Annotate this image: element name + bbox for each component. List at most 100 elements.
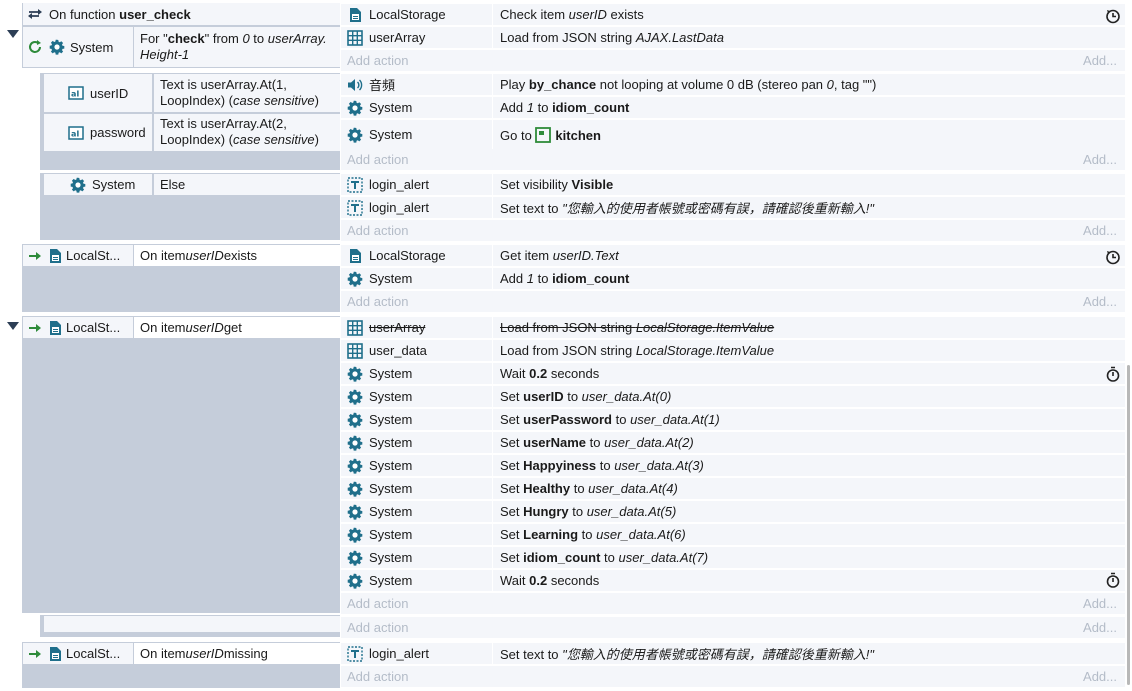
condition-localstorage-get-text[interactable]: On item userID get (134, 317, 340, 338)
condition-localstorage-exists-text[interactable]: On item userID exists (134, 245, 340, 266)
action-object-cell[interactable]: userArray (341, 317, 492, 338)
add-action-row-block6[interactable]: Add action Add... (341, 666, 1125, 687)
add-action-link[interactable]: Add action (347, 620, 408, 635)
action-text-cell[interactable]: Go to kitchen (493, 120, 1125, 149)
action-text-cell[interactable]: Set userID to user_data.At(0) (493, 386, 1125, 407)
action-object-cell[interactable]: System (341, 386, 492, 407)
action-text-cell[interactable]: Load from JSON string LocalStorage.ItemV… (493, 340, 1125, 361)
collapse-toggle-block0[interactable] (7, 30, 19, 38)
action-text-cell[interactable]: Set Happyiness to user_data.At(3) (493, 455, 1125, 476)
add-action-link[interactable]: Add action (347, 53, 408, 68)
add-more-link[interactable]: Add... (1083, 596, 1117, 611)
add-more-link[interactable]: Add... (1083, 669, 1117, 684)
condition-else-object[interactable]: System (44, 174, 152, 195)
gear-icon (347, 458, 363, 474)
action-object-cell[interactable]: login_alert (341, 174, 492, 195)
condition-password-text[interactable]: Text is userArray.At(2, LoopIndex) (case… (154, 114, 340, 151)
add-more-link[interactable]: Add... (1083, 294, 1117, 309)
action-text-cell[interactable]: Set Hungry to user_data.At(5) (493, 501, 1125, 522)
function-header[interactable]: On function user_check (23, 3, 340, 25)
function-icon (27, 6, 43, 22)
action-text: Set idiom_count to user_data.At(7) (500, 550, 709, 565)
add-action-row-block3[interactable]: Add action Add... (341, 291, 1125, 312)
condition-localstorage-missing-text[interactable]: On item userID missing (134, 643, 340, 664)
action-object-name: login_alert (369, 200, 429, 215)
action-text: Get item userID.Text (500, 248, 619, 263)
audio-icon (347, 77, 363, 93)
add-action-link[interactable]: Add action (347, 669, 408, 684)
condition-object: System (70, 39, 114, 55)
action-object-cell[interactable]: System (341, 455, 492, 476)
add-more-link[interactable]: Add... (1083, 152, 1117, 167)
add-more-link[interactable]: Add... (1083, 53, 1117, 68)
layout-icon (535, 127, 551, 143)
vertical-scrollbar[interactable] (1127, 365, 1130, 685)
gear-icon (347, 504, 363, 520)
condition-userid-object[interactable]: userID (44, 74, 152, 112)
add-action-link[interactable]: Add action (347, 223, 408, 238)
action-text-cell[interactable]: Add 1 to idiom_count (493, 97, 1125, 118)
condition-localstorage-exists-object[interactable]: LocalSt... (23, 245, 133, 266)
add-action-row-block2[interactable]: Add action Add... (341, 220, 1125, 241)
action-text-cell[interactable]: Set Learning to user_data.At(6) (493, 524, 1125, 545)
action-object-cell[interactable]: System (341, 363, 492, 384)
condition-else-text[interactable]: Else (154, 174, 340, 195)
action-object-cell[interactable]: LocalStorage (341, 245, 492, 266)
action-text-cell[interactable]: Play by_chance not looping at volume 0 d… (493, 74, 1125, 95)
action-text-cell[interactable]: Get item userID.Text (493, 245, 1125, 266)
action-object-cell[interactable]: userArray (341, 27, 492, 48)
action-object-cell[interactable]: System (341, 268, 492, 289)
action-text-cell[interactable]: Add 1 to idiom_count (493, 268, 1125, 289)
action-text-cell[interactable]: Load from JSON string AJAX.LastData (493, 27, 1125, 48)
add-action-row-block4[interactable]: Add action Add... (341, 593, 1125, 614)
add-action-row-block0[interactable]: Add action Add... (341, 50, 1125, 71)
condition-userid-text[interactable]: Text is userArray.At(1, LoopIndex) (case… (154, 74, 340, 112)
action-text-cell[interactable]: Set text to "您輸入的使用者帳號或密碼有誤，請確認後重新輸入!" (493, 197, 1125, 218)
action-object-cell[interactable]: System (341, 120, 492, 149)
action-text-cell[interactable]: Set text to "您輸入的使用者帳號或密碼有誤，請確認後重新輸入!" (493, 643, 1125, 664)
add-more-link[interactable]: Add... (1083, 620, 1117, 635)
add-action-link[interactable]: Add action (347, 294, 408, 309)
add-action-link[interactable]: Add action (347, 596, 408, 611)
action-object-cell[interactable]: System (341, 524, 492, 545)
action-object-cell[interactable]: System (341, 409, 492, 430)
action-object-cell[interactable]: 音頻 (341, 74, 492, 95)
add-action-row-block5[interactable]: Add action Add... (341, 617, 1125, 638)
action-object-name: System (369, 504, 413, 519)
action-text-cell[interactable]: Wait 0.2 seconds (493, 570, 1125, 591)
action-object-cell[interactable]: login_alert (341, 197, 492, 218)
action-object-cell[interactable]: System (341, 570, 492, 591)
condition-password-object[interactable]: password (44, 114, 152, 151)
action-object-cell[interactable]: System (341, 478, 492, 499)
condition-for-text[interactable]: For "check" from 0 to userArray. Height-… (134, 27, 340, 67)
action-text-cell[interactable]: Load from JSON string LocalStorage.ItemV… (493, 317, 1125, 338)
add-action-link[interactable]: Add action (347, 152, 408, 167)
action-object-cell[interactable]: System (341, 501, 492, 522)
action-object-cell[interactable]: login_alert (341, 643, 492, 664)
action-object-cell[interactable]: System (341, 97, 492, 118)
action-text-cell[interactable]: Set userPassword to user_data.At(1) (493, 409, 1125, 430)
action-object-cell[interactable]: System (341, 432, 492, 453)
add-action-row-block1[interactable]: Add action Add... (341, 149, 1125, 170)
collapse-toggle-block4[interactable] (7, 322, 19, 330)
action-object-name: System (369, 573, 413, 588)
action-text-cell[interactable]: Set userName to user_data.At(2) (493, 432, 1125, 453)
action-text-cell[interactable]: Wait 0.2 seconds (493, 363, 1125, 384)
trigger-arrow-icon (27, 248, 43, 264)
action-object-name: System (369, 127, 413, 142)
action-text-cell[interactable]: Set idiom_count to user_data.At(7) (493, 547, 1125, 568)
action-object-cell[interactable]: System (341, 547, 492, 568)
empty-sub-event[interactable] (44, 616, 340, 632)
condition-system-for[interactable]: System (23, 27, 133, 67)
action-object-cell[interactable]: user_data (341, 340, 492, 361)
block6-panel-bottom (40, 664, 340, 688)
action-text-cell[interactable]: Set Healthy to user_data.At(4) (493, 478, 1125, 499)
action-object-cell[interactable]: LocalStorage (341, 4, 492, 25)
action-text-cell[interactable]: Check item userID exists (493, 4, 1125, 25)
action-text: Load from JSON string LocalStorage.ItemV… (500, 343, 775, 358)
add-more-link[interactable]: Add... (1083, 223, 1117, 238)
action-text-cell[interactable]: Set visibility Visible (493, 174, 1125, 195)
condition-localstorage-get-object[interactable]: LocalSt... (23, 317, 133, 338)
gear-icon (347, 389, 363, 405)
condition-localstorage-missing-object[interactable]: LocalSt... (23, 643, 133, 664)
